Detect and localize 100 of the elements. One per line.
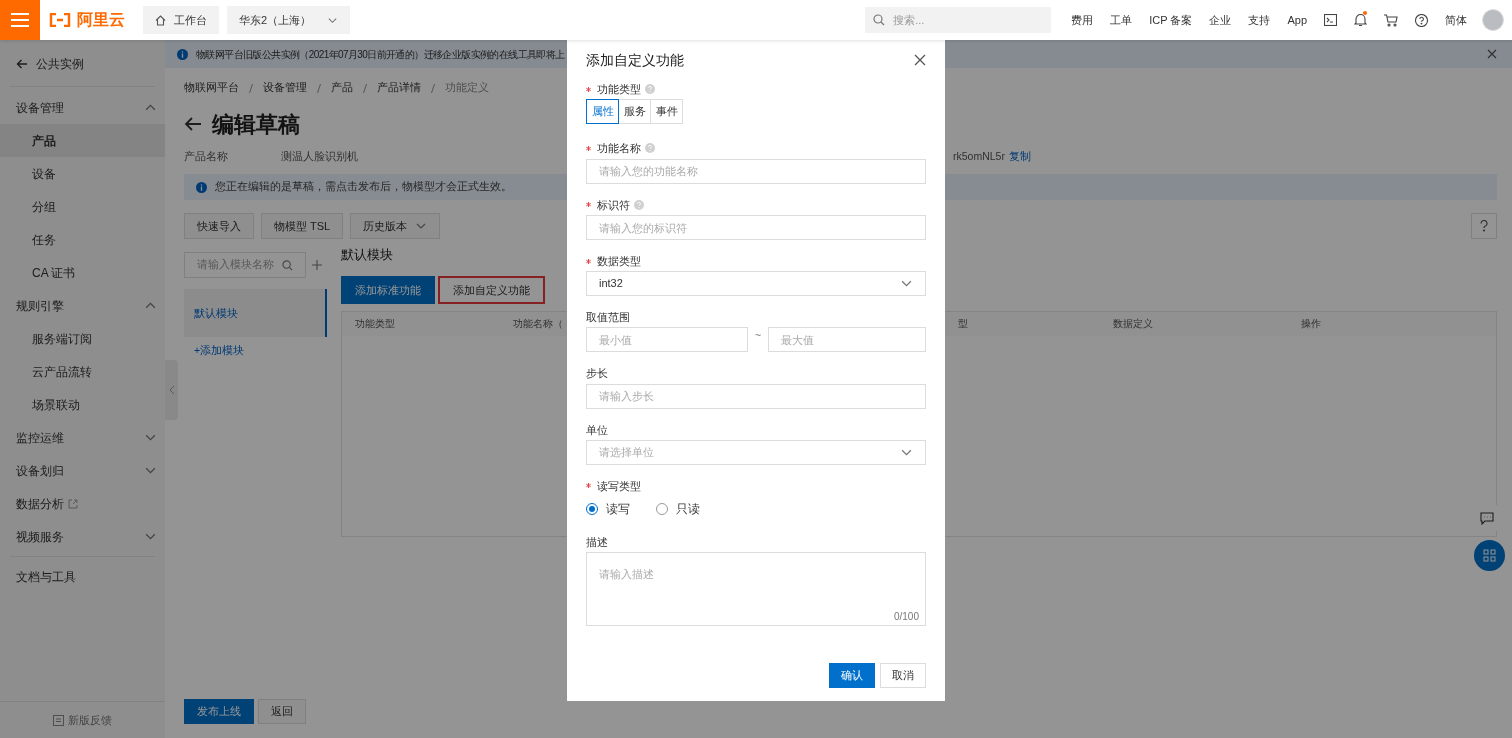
radio-option[interactable]: 读写 [586, 499, 630, 518]
feedback-link[interactable]: 新版反馈 [0, 702, 165, 738]
menu-item[interactable]: 任务 [0, 223, 165, 256]
breadcrumb-separator-icon [249, 83, 253, 93]
bell-icon[interactable] [1354, 13, 1367, 27]
menu-item[interactable]: 服务端订阅 [0, 322, 165, 355]
product-name-label: 产品名称 [184, 149, 229, 165]
menu-item[interactable]: CA 证书 [0, 256, 165, 289]
field-label: 步长 [586, 367, 608, 379]
nav-link[interactable]: 工单 [1110, 11, 1133, 29]
info-icon [177, 48, 188, 60]
close-icon[interactable] [1487, 49, 1497, 59]
breadcrumb-link[interactable]: 产品详情 [377, 80, 421, 96]
nav-link[interactable]: 费用 [1071, 11, 1094, 29]
primary-button[interactable]: 发布上线 [184, 699, 254, 724]
menu-item[interactable]: 产品 [0, 124, 165, 157]
placeholder-text: 请输入描述 [599, 567, 654, 580]
button[interactable]: 取消 [880, 663, 926, 688]
module-item[interactable]: 默认模块 [184, 289, 327, 337]
home-icon [155, 14, 166, 26]
breadcrumb-separator-icon [431, 83, 435, 93]
range-separator: ~ [753, 328, 763, 344]
column-header: 数据定义 [1113, 318, 1153, 330]
breadcrumb-link[interactable]: 产品 [331, 80, 353, 96]
plus-icon[interactable] [312, 260, 322, 270]
character-counter: 0/100 [893, 610, 919, 623]
back-arrow-icon [16, 58, 28, 70]
breadcrumb-link[interactable]: 物联网平台 [184, 80, 239, 96]
help-icon [645, 143, 655, 153]
button[interactable]: 添加自定义功能 [438, 276, 545, 304]
menu-group[interactable]: 监控运维 [0, 421, 165, 454]
question-icon [1480, 220, 1488, 232]
required-icon [586, 202, 591, 207]
description-field[interactable]: 请输入描述 0/100 [586, 551, 926, 626]
menu-item[interactable]: 文档与工具 [0, 560, 165, 593]
back-arrow-icon[interactable] [184, 116, 202, 132]
nav-link[interactable]: ICP 备案 [1149, 11, 1193, 29]
type-tab[interactable]: 属性 [586, 99, 619, 124]
menu-item[interactable]: 分组 [0, 190, 165, 223]
breadcrumb-link[interactable]: 设备管理 [263, 80, 307, 96]
select-field[interactable]: int32 [586, 271, 926, 296]
notice-text: 物联网平台旧版公共实例（2021年07月30日前开通的）迁移企业版实例的在线工具即将上 [196, 47, 565, 62]
column-header: 型 [958, 318, 968, 330]
logo-text: 阿里云 [77, 10, 125, 30]
menu-item[interactable]: 设备 [0, 157, 165, 190]
button[interactable]: 物模型 TSL [261, 213, 344, 239]
type-tab[interactable]: 事件 [650, 99, 683, 124]
text-field[interactable]: 请输入您的功能名称 [586, 158, 926, 184]
external-link-icon [68, 498, 78, 509]
copy-link[interactable]: 复制 [1008, 149, 1031, 165]
text-field[interactable]: 请输入步长 [586, 383, 926, 409]
workbench-button[interactable]: 工作台 [143, 6, 219, 34]
type-tab[interactable]: 服务 [618, 99, 651, 124]
menu-icon [11, 13, 29, 27]
feedback-icon [53, 714, 64, 726]
search-icon [282, 259, 293, 271]
required-icon [586, 483, 591, 488]
back-link[interactable]: 公共实例 [0, 42, 165, 86]
nav-link[interactable]: 企业 [1209, 11, 1232, 29]
min-field[interactable]: 最小值 [586, 327, 748, 352]
menu-group[interactable]: 视频服务 [0, 520, 165, 553]
region-selector[interactable]: 华东2（上海） [227, 6, 351, 34]
help-button[interactable] [1471, 213, 1497, 239]
grid-icon [1483, 549, 1496, 562]
terminal-icon[interactable] [1324, 14, 1337, 26]
close-icon[interactable] [914, 54, 926, 66]
button[interactable]: 快速导入 [184, 213, 254, 239]
menu-item[interactable]: 场景联动 [0, 388, 165, 421]
primary-button[interactable]: 确认 [829, 663, 875, 688]
menu-item[interactable]: 数据分析 [0, 487, 165, 520]
add-module-link[interactable]: +添加模块 [184, 343, 327, 359]
menu-group[interactable]: 设备划归 [0, 454, 165, 487]
field-label: 读写类型 [597, 479, 641, 492]
menu-item[interactable]: 云产品流转 [0, 355, 165, 388]
text-field[interactable]: 请输入您的标识符 [586, 215, 926, 240]
menu-group[interactable]: 规则引擎 [0, 289, 165, 322]
info-icon [196, 181, 207, 193]
primary-button[interactable]: 添加标准功能 [341, 276, 435, 304]
menu-group[interactable]: 设备管理 [0, 91, 165, 124]
product-key: rk5omNL5r [953, 149, 1005, 165]
menu-button[interactable] [0, 0, 40, 40]
required-icon [586, 86, 591, 92]
breadcrumb-link[interactable]: 功能定义 [445, 80, 489, 96]
column-header: 功能类型 [355, 318, 395, 330]
max-field[interactable]: 最大值 [768, 327, 926, 352]
help-icon [634, 199, 644, 210]
button[interactable]: 历史版本 [350, 213, 441, 239]
alert-text: 您正在编辑的是草稿，需点击发布后，物模型才会正式生效。 [215, 179, 512, 195]
search-icon [873, 14, 886, 26]
apps-button[interactable] [1474, 540, 1505, 571]
nav-link[interactable]: App [1287, 11, 1307, 29]
collapse-handle[interactable] [165, 360, 178, 420]
radio-option[interactable]: 只读 [656, 499, 700, 518]
search-field[interactable]: 搜索... [865, 7, 1052, 33]
button[interactable]: 返回 [258, 699, 306, 724]
nav-link[interactable]: 支持 [1248, 11, 1271, 29]
language-link[interactable]: 简体 [1445, 11, 1467, 29]
chat-icon [1480, 511, 1494, 525]
help-icon[interactable] [1415, 13, 1428, 27]
cart-icon[interactable] [1384, 13, 1398, 27]
